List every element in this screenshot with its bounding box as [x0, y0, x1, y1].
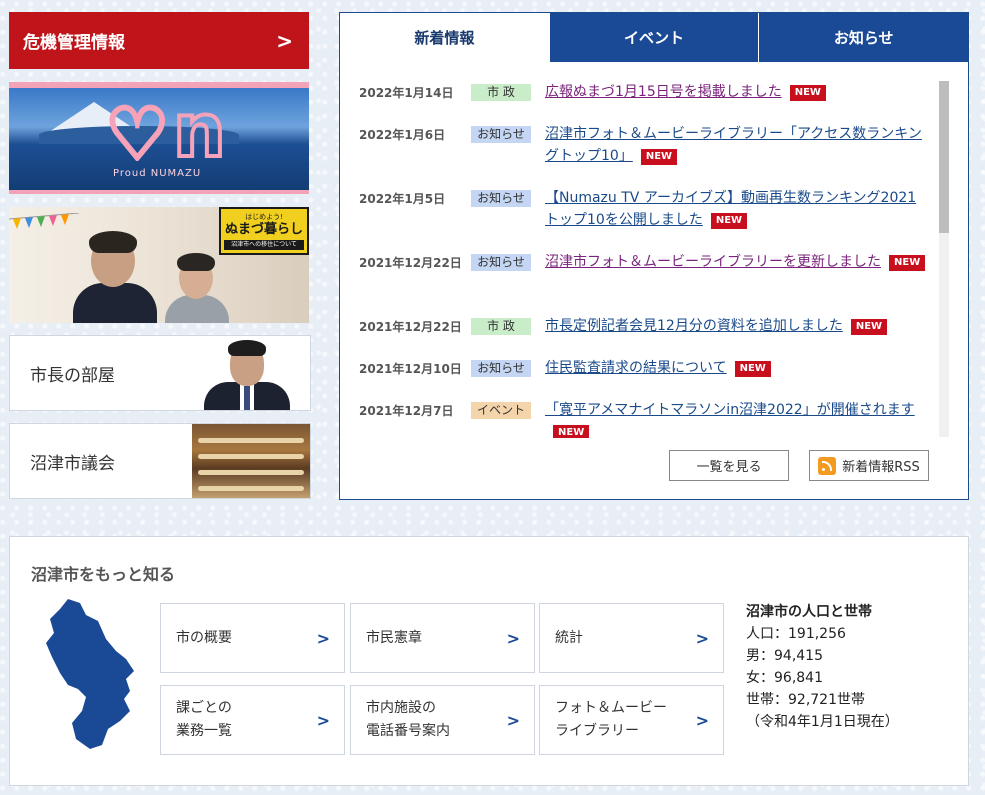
- person-photo: [73, 231, 157, 323]
- chevron-right-icon: >: [506, 628, 520, 648]
- tile-label: 統計: [555, 629, 583, 646]
- population-households: 世帯：92,721世帯: [746, 692, 865, 708]
- tab-events[interactable]: イベント: [548, 13, 759, 62]
- news-link[interactable]: 「寛平アメマナイトマラソンin沼津2022」が開催されます: [545, 402, 915, 418]
- person-photo: [159, 253, 229, 323]
- population-male: 男：94,415: [746, 648, 823, 664]
- list-item: 2021年12月7日 イベント 「寛平アメマナイトマラソンin沼津2022」が開…: [359, 399, 927, 438]
- news-link[interactable]: 広報ぬまづ1月15日号を掲載しました: [545, 84, 782, 100]
- population-date: （令和4年1月1日現在）: [746, 714, 899, 730]
- news-link[interactable]: 市長定例記者会見12月分の資料を追加しました: [545, 318, 843, 334]
- news-date: 2021年12月22日: [359, 320, 462, 334]
- chevron-right-icon: >: [316, 628, 330, 648]
- chevron-right-icon: >: [695, 628, 709, 648]
- proud-numazu-text: Proud NUMAZU: [113, 168, 202, 179]
- chevron-right-icon: >: [316, 710, 330, 730]
- list-item: 2021年12月22日 市 政 市長定例記者会見12月分の資料を追加しました NE…: [359, 315, 927, 337]
- tile-label: 市民憲章: [366, 629, 422, 646]
- rss-button-label: 新着情報RSS: [842, 460, 920, 475]
- tile-label: 市内施設の 電話番号案内: [366, 700, 450, 739]
- new-badge: NEW: [850, 319, 888, 335]
- tile-label: 市の概要: [176, 629, 232, 646]
- news-date: 2022年1月14日: [359, 86, 454, 100]
- n-logo-icon: n: [171, 88, 228, 174]
- tile-label: フォト＆ムービー ライブラリー: [555, 700, 667, 739]
- list-item: 2022年1月14日 市 政 広報ぬまづ1月15日号を掲載しました NEW: [359, 81, 927, 103]
- heart-logo-icon: ♡: [103, 92, 172, 176]
- news-date: 2021年12月7日: [359, 404, 454, 418]
- new-badge: NEW: [553, 425, 590, 438]
- news-link[interactable]: 住民監査請求の結果について: [545, 360, 727, 376]
- city-overview-link[interactable]: 市の概要 >: [160, 603, 345, 673]
- new-badge: NEW: [889, 255, 926, 271]
- category-badge: お知らせ: [471, 254, 531, 271]
- category-badge: お知らせ: [471, 360, 531, 377]
- photo-movie-library-link[interactable]: フォト＆ムービー ライブラリー >: [539, 685, 724, 755]
- news-link[interactable]: 沼津市フォト＆ムービーライブラリー「アクセス数ランキングトップ10」: [545, 126, 922, 164]
- section-title: 沼津市をもっと知る: [31, 565, 176, 584]
- citizen-charter-link[interactable]: 市民憲章 >: [350, 603, 535, 673]
- crisis-info-link[interactable]: 危機管理情報 >: [9, 12, 309, 69]
- view-all-button[interactable]: 一覧を見る: [669, 450, 789, 481]
- scrollbar-thumb[interactable]: [939, 81, 949, 233]
- category-badge: 市 政: [471, 318, 531, 335]
- news-date: 2022年1月5日: [359, 192, 446, 206]
- population-female: 女：96,841: [746, 670, 823, 686]
- news-link[interactable]: 沼津市フォト＆ムービーライブラリーを更新しました: [545, 254, 881, 270]
- mayor-photo: [192, 336, 310, 410]
- new-badge: NEW: [640, 149, 678, 165]
- population-title: 沼津市の人口と世帯: [746, 604, 872, 620]
- tab-notices[interactable]: お知らせ: [758, 13, 969, 62]
- tile-label: 課ごとの 業務一覧: [176, 700, 232, 739]
- city-council-link[interactable]: 沼津市議会: [9, 423, 311, 499]
- city-council-label: 沼津市議会: [30, 453, 115, 474]
- mayor-room-label: 市長の部屋: [30, 365, 115, 386]
- list-item: 2021年12月22日 お知らせ 沼津市フォト＆ムービーライブラリーを更新しまし…: [359, 251, 927, 273]
- statistics-link[interactable]: 統計 >: [539, 603, 724, 673]
- facility-phone-link[interactable]: 市内施設の 電話番号案内 >: [350, 685, 535, 755]
- news-date: 2022年1月6日: [359, 128, 446, 142]
- news-date: 2021年12月22日: [359, 256, 462, 270]
- new-badge: NEW: [710, 213, 748, 229]
- proud-numazu-banner[interactable]: ♡ n Proud NUMAZU: [9, 82, 309, 194]
- new-badge: NEW: [789, 85, 826, 101]
- list-item: 2022年1月5日 お知らせ 【Numazu TV アーカイブズ】動画再生数ラン…: [359, 187, 927, 231]
- new-badge: NEW: [734, 361, 771, 377]
- chevron-right-icon: >: [506, 710, 520, 730]
- council-chamber-photo: [192, 424, 310, 498]
- news-scrollbar[interactable]: [939, 81, 949, 437]
- news-list[interactable]: 2022年1月14日 市 政 広報ぬまづ1月15日号を掲載しました NEW 202…: [340, 62, 940, 438]
- mayor-room-link[interactable]: 市長の部屋: [9, 335, 311, 411]
- rss-icon: [818, 456, 837, 475]
- chevron-right-icon: >: [695, 710, 709, 730]
- rss-button[interactable]: 新着情報RSS: [809, 450, 929, 481]
- crisis-info-label: 危機管理情報: [23, 33, 125, 53]
- numazu-living-banner[interactable]: はじめよう! ぬまづ暮らし 沼津市への移住について: [9, 207, 309, 323]
- bunting-decoration: [9, 213, 79, 229]
- list-item: 2022年1月6日 お知らせ 沼津市フォト＆ムービーライブラリー「アクセス数ラン…: [359, 123, 927, 167]
- department-list-link[interactable]: 課ごとの 業務一覧 >: [160, 685, 345, 755]
- know-numazu-section: 沼津市をもっと知る 市の概要 > 市民憲章 > 統計 > 課ごとの 業務一覧 > …: [9, 536, 969, 786]
- news-panel: 新着情報 イベント お知らせ 2022年1月14日 市 政 広報ぬまづ1月15日…: [339, 12, 969, 500]
- news-date: 2021年12月10日: [359, 362, 462, 376]
- chevron-right-icon: >: [276, 28, 293, 53]
- tab-latest[interactable]: 新着情報: [340, 13, 549, 62]
- news-tabs: 新着情報 イベント お知らせ: [340, 13, 969, 62]
- population-total: 人口：191,256: [746, 626, 846, 642]
- numazu-map-icon: [46, 599, 134, 749]
- category-badge: イベント: [471, 402, 531, 419]
- category-badge: 市 政: [471, 84, 531, 101]
- population-info: 沼津市の人口と世帯 人口：191,256 男：94,415 女：96,841 世…: [746, 601, 899, 733]
- category-badge: お知らせ: [471, 126, 531, 143]
- list-item: 2021年12月10日 お知らせ 住民監査請求の結果について NEW: [359, 357, 927, 379]
- category-badge: お知らせ: [471, 190, 531, 207]
- living-sign: はじめよう! ぬまづ暮らし 沼津市への移住について: [219, 207, 309, 255]
